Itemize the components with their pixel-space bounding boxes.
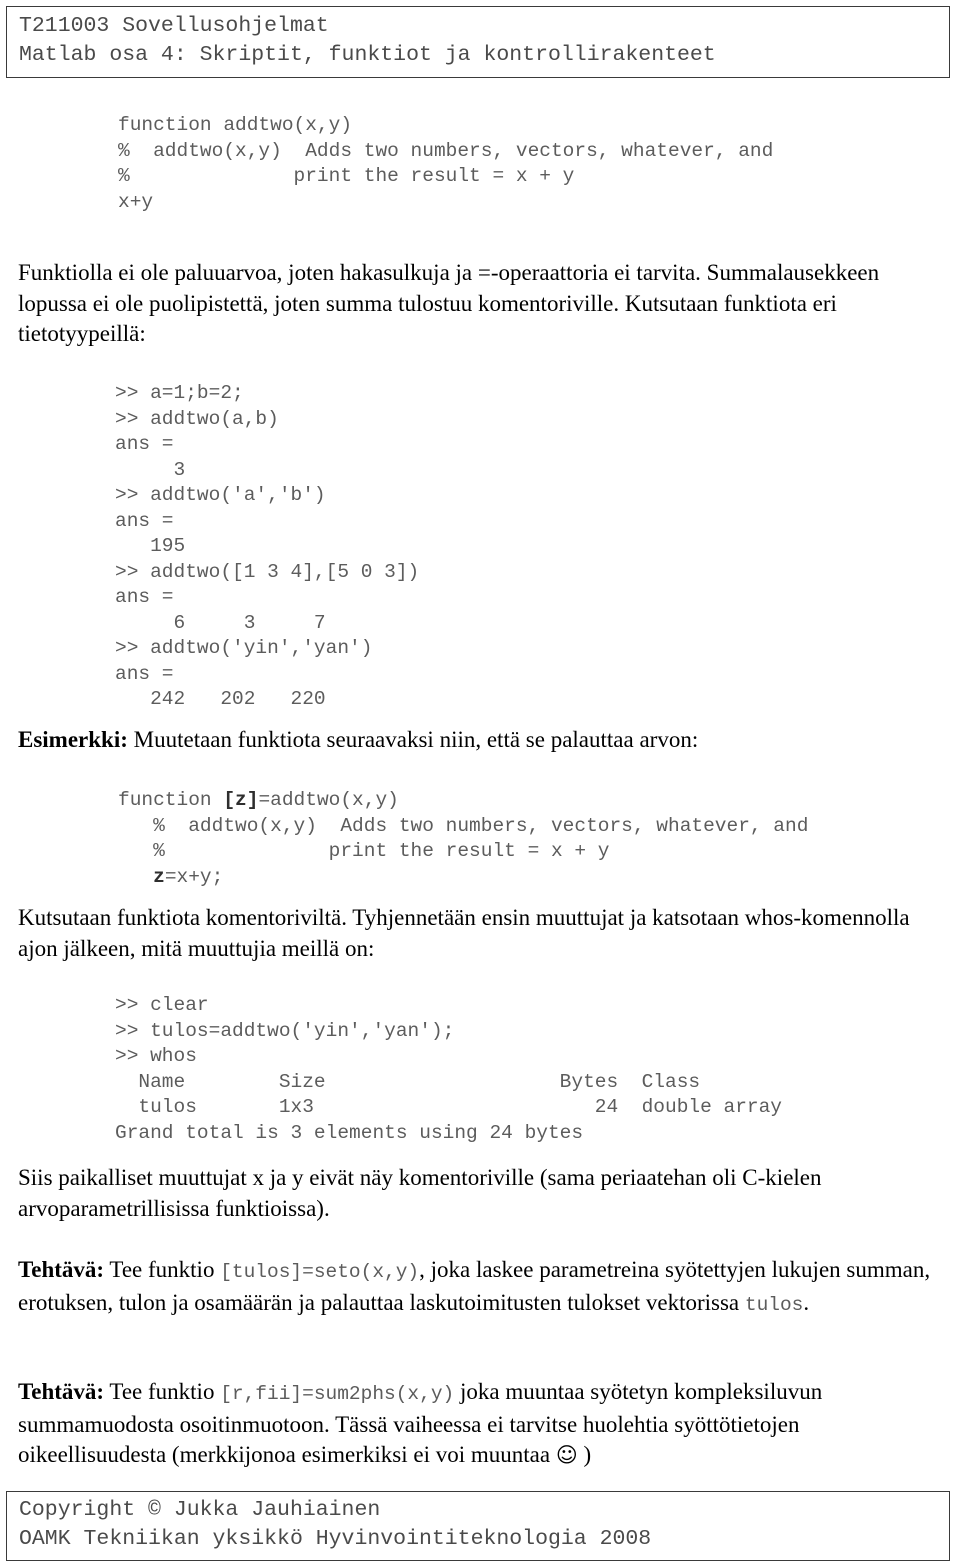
code-block-addtwo-with-return: function [z]=addtwo(x,y) % addtwo(x,y) A… <box>118 788 808 890</box>
esimerkki-line: Esimerkki: Muutetaan funktiota seuraavak… <box>18 725 936 756</box>
tehtava2-label: Tehtävä: <box>18 1379 105 1404</box>
header-course-title: T211003 Sovellusohjelmat <box>19 14 329 38</box>
code-block-addtwo-no-return: function addtwo(x,y) % addtwo(x,y) Adds … <box>118 114 774 213</box>
smiley-face-icon: ☺ <box>555 1443 578 1467</box>
tehtava1-part3: . <box>803 1289 810 1315</box>
matlab-session-addtwo-calls: >> a=1;b=2; >> addtwo(a,b) ans = 3 >> ad… <box>115 382 420 710</box>
code2-line1-bold: [z] <box>223 789 259 811</box>
footer-copyright: Copyright © Jukka Jauhiainen <box>19 1498 381 1522</box>
tehtava2-signature: [r,fii]=sum2phs(x,y) <box>220 1383 455 1405</box>
matlab-session-whos: >> clear >> tulos=addtwo('yin','yan'); >… <box>115 994 783 1144</box>
tehtava1-label: Tehtävä: <box>18 1257 105 1282</box>
page-footer-box: Copyright © Jukka Jauhiainen OAMK Teknii… <box>6 1491 950 1561</box>
code2-line2: % addtwo(x,y) Adds two numbers, vectors,… <box>118 814 809 837</box>
header-subject-title: Matlab osa 4: Skriptit, funktiot ja kont… <box>19 43 716 67</box>
exercise-seto: Tehtävä: Tee funktio [tulos]=seto(x,y), … <box>18 1255 936 1320</box>
page-header-box: T211003 Sovellusohjelmat Matlab osa 4: S… <box>6 6 950 78</box>
code2-line4-post: =x+y; <box>164 865 224 888</box>
paragraph-kutsutaan-komentorivilta: Kutsutaan funktiota komentoriviltä. Tyhj… <box>18 905 910 961</box>
tehtava1-part1: Tee funktio <box>104 1257 221 1282</box>
esimerkki-label: Esimerkki: <box>18 727 128 752</box>
tehtava1-signature: [tulos]=seto(x,y) <box>220 1261 420 1283</box>
paragraph-paikalliset-muuttujat: Siis paikalliset muuttujat x ja y eivät … <box>18 1165 822 1221</box>
paragraph-funktiolla-ei-ole-paluuarvoa: Funktiolla ei ole paluuarvoa, joten haka… <box>18 260 880 346</box>
code2-line4-bold: z <box>153 865 165 888</box>
tehtava1-variable: tulos <box>744 1293 804 1316</box>
exercise-sum2phs: Tehtävä: Tee funktio [r,fii]=sum2phs(x,y… <box>18 1377 936 1471</box>
esimerkki-text: Muutetaan funktiota seuraavaksi niin, et… <box>127 727 699 752</box>
document-page: T211003 Sovellusohjelmat Matlab osa 4: S… <box>0 0 960 1561</box>
code2-line3: % print the result = x + y <box>118 840 610 862</box>
tehtava2-part1: Tee funktio <box>104 1379 221 1404</box>
tehtava2-part3: ) <box>577 1442 592 1467</box>
code2-line4-pre <box>118 866 153 888</box>
footer-organization: OAMK Tekniikan yksikkö Hyvinvointiteknol… <box>19 1527 652 1551</box>
code2-line1-pre: function <box>118 789 224 811</box>
code2-line1-post: =addtwo(x,y) <box>258 789 399 811</box>
